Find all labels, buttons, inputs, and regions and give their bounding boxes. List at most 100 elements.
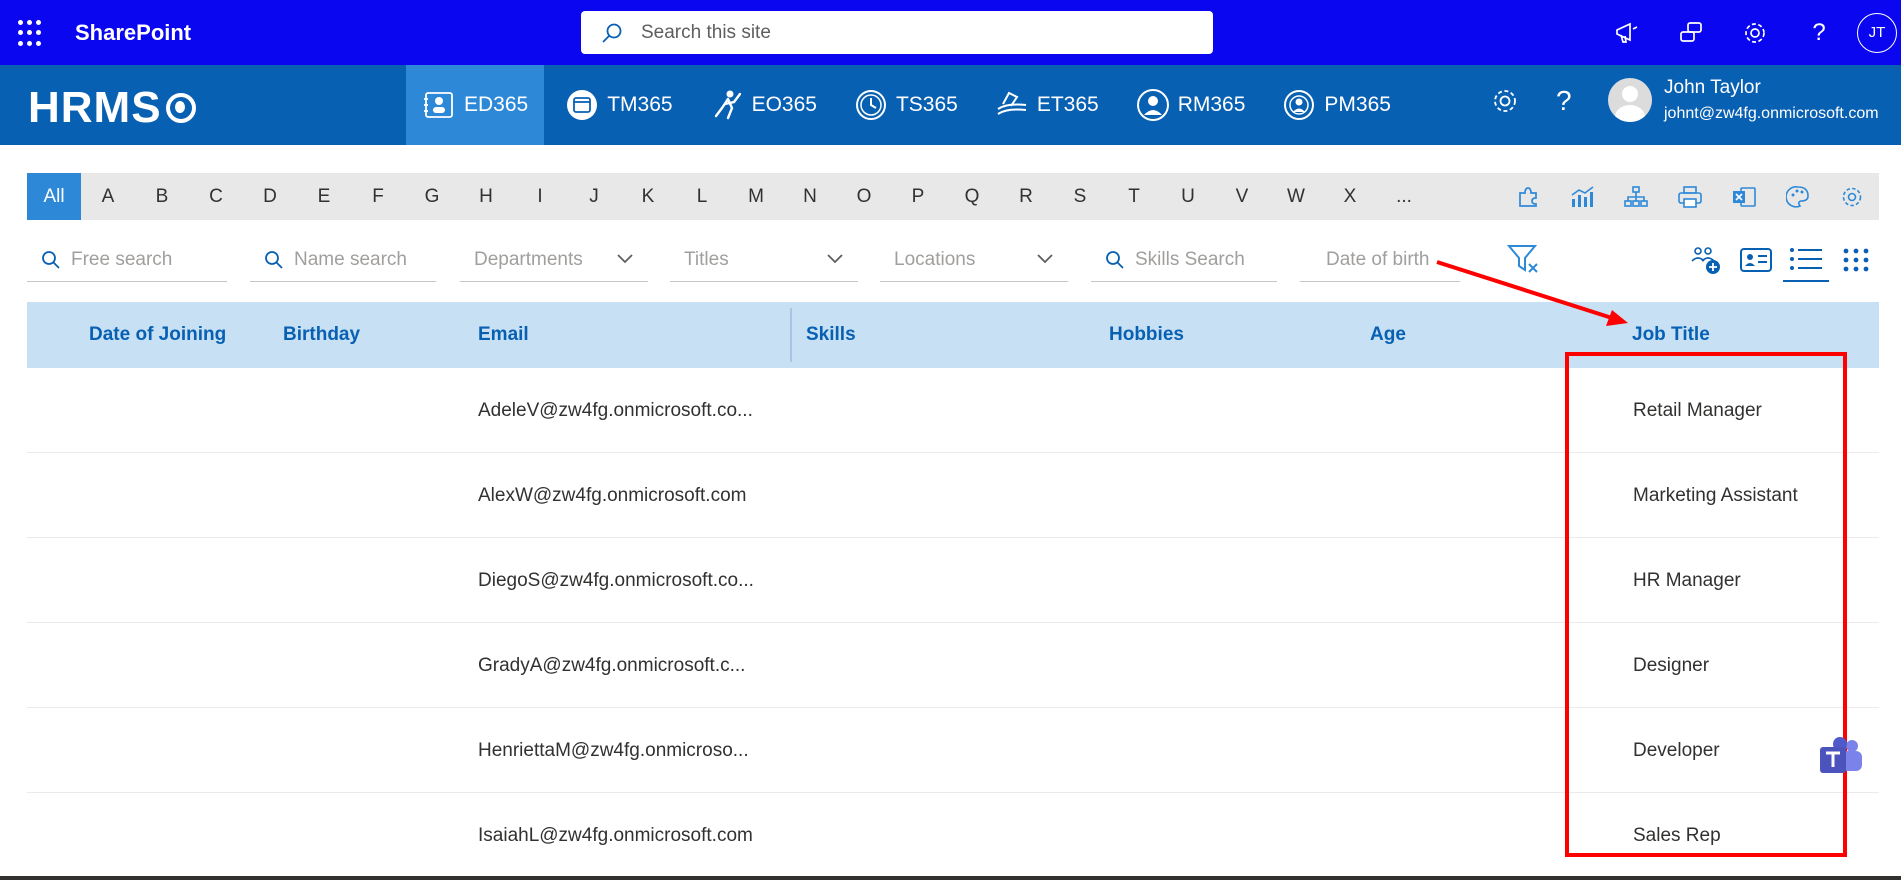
more-letters-button[interactable]: ... — [1377, 173, 1431, 220]
job-title-cell: Sales Rep — [1633, 824, 1721, 846]
letter-filter-c[interactable]: C — [189, 173, 243, 220]
analytics-chart-icon[interactable] — [1555, 173, 1609, 220]
add-people-icon[interactable] — [1683, 238, 1729, 282]
puzzle-icon[interactable] — [1501, 173, 1555, 220]
module-ts365[interactable]: TS365 — [838, 65, 974, 145]
letter-filter-w[interactable]: W — [1269, 173, 1323, 220]
letter-filter-s[interactable]: S — [1053, 173, 1107, 220]
letter-filter-h[interactable]: H — [459, 173, 513, 220]
megaphone-icon[interactable] — [1595, 0, 1659, 65]
letter-filter-q[interactable]: Q — [945, 173, 999, 220]
chevron-down-icon — [616, 249, 634, 271]
letter-filter-u[interactable]: U — [1161, 173, 1215, 220]
search-placeholder: Search this site — [641, 21, 771, 43]
letter-filter-v[interactable]: V — [1215, 173, 1269, 220]
column-resize-handle[interactable] — [790, 308, 792, 362]
name-search-input[interactable]: Name search — [250, 238, 436, 282]
chat-icon[interactable] — [1659, 0, 1723, 65]
letter-filter-r[interactable]: R — [999, 173, 1053, 220]
letter-filter-j[interactable]: J — [567, 173, 621, 220]
user-photo-avatar — [1608, 78, 1652, 122]
module-label: ET365 — [1036, 93, 1099, 116]
letter-filter-k[interactable]: K — [621, 173, 675, 220]
table-row[interactable]: IsaiahL@zw4fg.onmicrosoft.com Sales Rep — [27, 793, 1879, 878]
module-rm365[interactable]: RM365 — [1120, 65, 1262, 145]
letter-filter-n[interactable]: N — [783, 173, 837, 220]
titles-dropdown[interactable]: Titles — [670, 238, 858, 282]
settings-icon[interactable] — [1723, 0, 1787, 65]
locations-placeholder: Locations — [894, 248, 976, 270]
module-eo365[interactable]: EO365 — [694, 65, 833, 145]
free-search-input[interactable]: Free search — [27, 238, 227, 282]
onboarding-icon — [710, 88, 744, 122]
letter-filter-b[interactable]: B — [135, 173, 189, 220]
column-header-hobbies[interactable]: Hobbies — [1109, 302, 1184, 368]
user-profile[interactable]: John Taylor johnt@zw4fg.onmicrosoft.com — [1608, 77, 1879, 123]
search-icon — [1105, 250, 1125, 270]
skills-search-input[interactable]: Skills Search — [1091, 238, 1277, 282]
excel-export-icon[interactable] — [1717, 173, 1771, 220]
app-settings-icon[interactable] — [1491, 87, 1519, 122]
theme-palette-icon[interactable] — [1771, 173, 1825, 220]
user-email: johnt@zw4fg.onmicrosoft.com — [1664, 105, 1879, 122]
user-avatar[interactable]: JT — [1857, 12, 1897, 53]
letter-filter-o[interactable]: O — [837, 173, 891, 220]
letter-filter-m[interactable]: M — [729, 173, 783, 220]
skills-search-placeholder: Skills Search — [1135, 248, 1245, 270]
table-row[interactable]: GradyA@zw4fg.onmicrosoft.c... Designer — [27, 623, 1879, 708]
column-header-birthday[interactable]: Birthday — [283, 302, 360, 368]
letter-filter-g[interactable]: G — [405, 173, 459, 220]
table-row[interactable]: DiegoS@zw4fg.onmicrosoft.co... HR Manage… — [27, 538, 1879, 623]
module-et365[interactable]: ET365 — [979, 65, 1115, 145]
print-icon[interactable] — [1663, 173, 1717, 220]
date-of-birth-placeholder: Date of birth — [1326, 248, 1430, 270]
column-header-skills[interactable]: Skills — [806, 302, 856, 368]
teams-chat-icon[interactable] — [1818, 735, 1864, 781]
column-header-date-of-joining[interactable]: Date of Joining — [89, 302, 226, 368]
chevron-down-icon — [826, 249, 844, 271]
letter-filter-f[interactable]: F — [351, 173, 405, 220]
module-label: PM365 — [1324, 93, 1391, 116]
letter-filter-x[interactable]: X — [1323, 173, 1377, 220]
letter-filter-a[interactable]: A — [81, 173, 135, 220]
bottom-border — [0, 876, 1901, 880]
letter-filter-e[interactable]: E — [297, 173, 351, 220]
site-search-input[interactable]: Search this site — [581, 11, 1213, 54]
letter-filter-l[interactable]: L — [675, 173, 729, 220]
column-header-age[interactable]: Age — [1370, 302, 1406, 368]
letter-filter-t[interactable]: T — [1107, 173, 1161, 220]
module-ed365[interactable]: ED365 — [406, 65, 545, 145]
table-row[interactable]: AdeleV@zw4fg.onmicrosoft.co... Retail Ma… — [27, 368, 1879, 453]
logo-text: HRMS — [28, 83, 162, 132]
column-header-email[interactable]: Email — [478, 302, 529, 368]
departments-dropdown[interactable]: Departments — [460, 238, 648, 282]
module-tm365[interactable]: TM365 — [549, 65, 688, 145]
email-cell: GradyA@zw4fg.onmicrosoft.c... — [478, 654, 746, 676]
app-launcher-icon[interactable] — [18, 20, 46, 48]
help-icon[interactable]: ? — [1787, 0, 1851, 65]
sharepoint-title[interactable]: SharePoint — [75, 20, 191, 46]
date-of-birth-input[interactable]: Date of birth — [1300, 238, 1460, 282]
settings-gear-icon[interactable] — [1825, 173, 1879, 220]
module-label: TS365 — [895, 93, 958, 116]
letter-filter-i[interactable]: I — [513, 173, 567, 220]
hrms-logo[interactable]: HRMS — [28, 83, 196, 133]
column-header-job-title[interactable]: Job Title — [1632, 302, 1710, 368]
name-search-placeholder: Name search — [294, 248, 407, 270]
locations-dropdown[interactable]: Locations — [880, 238, 1068, 282]
letter-filter-p[interactable]: P — [891, 173, 945, 220]
org-chart-icon[interactable] — [1609, 173, 1663, 220]
table-row[interactable]: AlexW@zw4fg.onmicrosoft.com Marketing As… — [27, 453, 1879, 538]
app-help-icon[interactable]: ? — [1556, 85, 1572, 117]
letter-filter-d[interactable]: D — [243, 173, 297, 220]
clear-filter-icon[interactable] — [1506, 244, 1541, 279]
table-row[interactable]: HenriettaM@zw4fg.onmicroso... Developer — [27, 708, 1879, 793]
search-icon — [602, 23, 622, 43]
list-view-icon[interactable] — [1783, 238, 1829, 282]
grid-view-icon[interactable] — [1833, 238, 1879, 282]
letter-filter-all[interactable]: All — [27, 173, 81, 220]
card-view-icon[interactable] — [1733, 238, 1779, 282]
module-pm365[interactable]: PM365 — [1266, 65, 1407, 145]
hrms-app-bar: HRMS ED365 TM365 EO365 TS365 ET365 RM365… — [0, 65, 1901, 145]
alphabet-filter-bar: All A B C D E F G H I J K L M N O P Q R … — [27, 173, 1879, 220]
